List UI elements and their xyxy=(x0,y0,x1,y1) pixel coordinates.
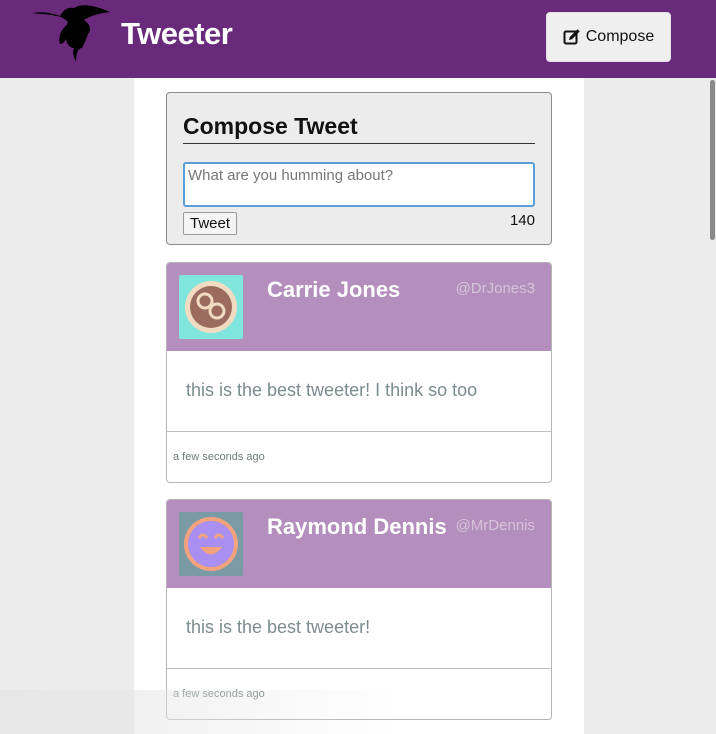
tweet-header: Carrie Jones @DrJones3 xyxy=(167,263,551,351)
char-counter: 140 xyxy=(509,212,535,229)
top-navbar: Tweeter Compose xyxy=(0,0,716,78)
compose-tweet-panel: Compose Tweet Tweet 140 xyxy=(166,92,552,245)
compose-title: Compose Tweet xyxy=(183,113,535,144)
tweet-author-name: Carrie Jones xyxy=(267,277,401,302)
tweet-author-handle: @MrDennis xyxy=(455,517,535,534)
glasses-face-avatar xyxy=(179,275,243,339)
tweet-timestamp: a few seconds ago xyxy=(173,451,265,463)
smiley-face-avatar xyxy=(179,512,243,576)
brand-title[interactable]: Tweeter xyxy=(121,16,233,52)
tweet-input[interactable] xyxy=(183,162,535,207)
tweet-text: this is the best tweeter! xyxy=(186,617,371,637)
tweet-author-name: Raymond Dennis xyxy=(267,514,447,539)
tweet-body: this is the best tweeter! xyxy=(167,588,551,669)
page-scrollbar[interactable] xyxy=(710,80,715,240)
tweet-card: Raymond Dennis @MrDennis this is the bes… xyxy=(166,499,552,720)
tweet-text: this is the best tweeter! I think so too xyxy=(186,380,478,400)
hummingbird-icon xyxy=(32,5,110,62)
tweet-author-handle: @DrJones3 xyxy=(455,280,535,297)
edit-icon xyxy=(563,29,580,45)
tweet-timestamp: a few seconds ago xyxy=(173,688,265,700)
tweet-header: Raymond Dennis @MrDennis xyxy=(167,500,551,588)
tweet-card: Carrie Jones @DrJones3 this is the best … xyxy=(166,262,552,483)
tweet-submit-button[interactable]: Tweet xyxy=(183,212,237,235)
tweet-body: this is the best tweeter! I think so too xyxy=(167,351,551,432)
compose-button[interactable]: Compose xyxy=(546,12,671,62)
compose-button-label: Compose xyxy=(585,28,655,45)
